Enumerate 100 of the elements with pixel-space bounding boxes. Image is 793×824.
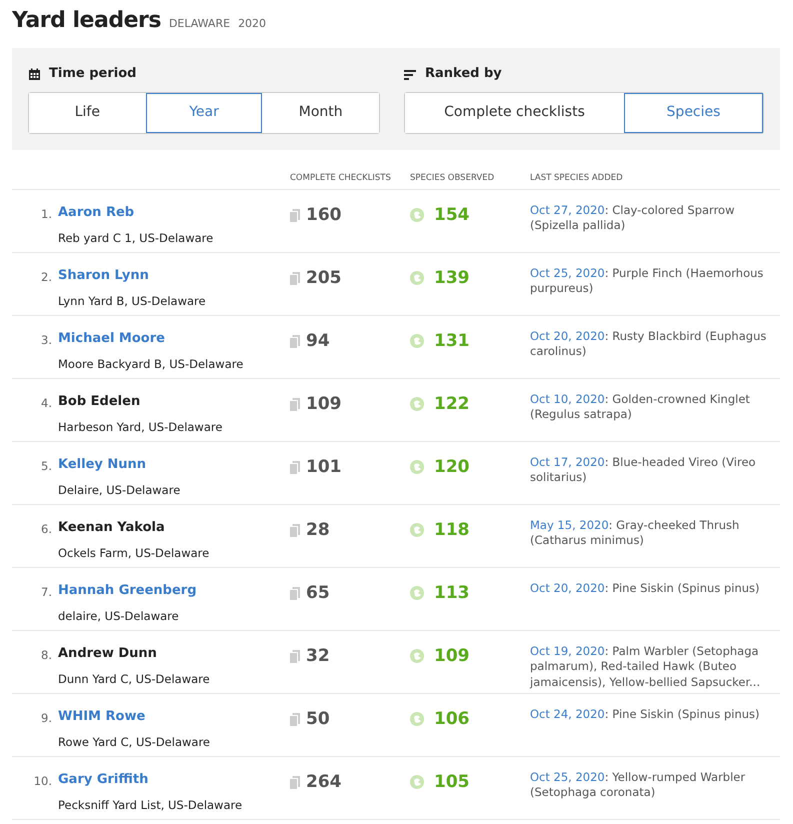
date-link[interactable]: Oct 25, 2020: [530, 266, 605, 280]
last-species-text: May 15, 2020: Gray-cheeked Thrush (Catharus minimus): [530, 518, 740, 549]
checklist-count: 264: [306, 772, 342, 792]
checklist-count: 65: [306, 582, 330, 603]
date-link[interactable]: May 15, 2020: [530, 518, 609, 532]
last-species-text: Oct 10, 2020: Golden-crowned Kinglet (Regulus satrapa): [530, 392, 751, 423]
species-icon: [410, 712, 424, 726]
rank-number: 7.: [40, 584, 53, 601]
date-link[interactable]: Oct 25, 2020: [530, 770, 605, 784]
checklist-icon: [290, 272, 300, 285]
observer-name: Bob Edelen: [58, 394, 140, 409]
rank-number: 9.: [40, 710, 53, 727]
location-text: Lynn Yard B, US-Delaware: [58, 293, 206, 310]
column-header: SPECIES OBSERVED: [410, 172, 494, 183]
checklist-count: 32: [306, 646, 330, 666]
observer-link[interactable]: Sharon Lynn: [58, 268, 149, 283]
rank-number: 4.: [40, 394, 53, 412]
last-species-text: Oct 27, 2020: Clay-colored Sparrow (Spizella pallida): [530, 202, 736, 234]
species-icon: [410, 208, 424, 222]
column-header: LAST SPECIES ADDED: [530, 172, 623, 183]
filter-label: Ranked by: [425, 65, 502, 84]
observer-link[interactable]: Gary Griffith: [58, 772, 148, 787]
checklist-icon: [290, 524, 300, 537]
rank-number: 2.: [40, 268, 53, 286]
last-species-text: Oct 17, 2020: Blue-headed Vireo (Vireo solitarius): [530, 454, 757, 486]
rank-number: 3.: [40, 332, 53, 349]
date-link[interactable]: Oct 24, 2020: [530, 706, 605, 721]
location-text: Rowe Yard C, US-Delaware: [58, 734, 210, 752]
rank-number: 5.: [40, 458, 53, 475]
location-text: Pecksniff Yard List, US-Delaware: [58, 797, 242, 814]
date-link[interactable]: Oct 27, 2020: [530, 202, 605, 217]
checklist-icon: [290, 398, 300, 411]
observer-link[interactable]: WHIM Rowe: [58, 708, 146, 724]
date-link[interactable]: Oct 20, 2020: [530, 580, 605, 595]
date-link[interactable]: Oct 20, 2020: [530, 328, 605, 343]
checklist-count: 94: [306, 330, 330, 351]
location-text: Harbeson Yard, US-Delaware: [58, 419, 222, 436]
observer-link[interactable]: Michael Moore: [58, 330, 165, 346]
last-species-text: Oct 19, 2020: Palm Warbler (Setophaga palmarum), Red-tailed Hawk (Buteo jamaicensis), Yellow-bellied Sapsucker...: [530, 644, 762, 690]
last-species-text: Oct 25, 2020: Purple Finch (Haemorhous purpureus): [530, 266, 764, 297]
species-count: 131: [434, 330, 470, 351]
species-icon: [410, 586, 424, 600]
species-count: 139: [434, 268, 470, 288]
location-text: Moore Backyard B, US-Delaware: [58, 356, 244, 374]
species-icon: [410, 271, 424, 286]
checklist-count: 205: [306, 268, 342, 288]
last-species-text: Oct 24, 2020: Pine Siskin (Spinus pinus): [530, 706, 761, 722]
calendar-icon: [28, 68, 41, 81]
species-icon: [410, 775, 424, 790]
checklist-icon: [290, 586, 300, 600]
checklist-count: 160: [306, 204, 342, 225]
rank-number: 6.: [40, 520, 53, 538]
filter-label: Time period: [49, 65, 136, 84]
species-count: 106: [434, 708, 470, 729]
observer-name: Andrew Dunn: [58, 646, 157, 661]
observer-name: Keenan Yakola: [58, 520, 165, 535]
checklist-icon: [290, 208, 300, 222]
location-text: Ockels Farm, US-Delaware: [58, 545, 210, 562]
last-species-text: Oct 20, 2020: Pine Siskin (Spinus pinus): [530, 580, 761, 596]
observer-link[interactable]: Kelley Nunn: [58, 456, 146, 472]
checklist-icon: [290, 650, 300, 663]
rank-number: 10.: [32, 772, 53, 790]
date-link[interactable]: Oct 17, 2020: [530, 454, 605, 469]
year-label: 2020: [238, 16, 266, 32]
date-link[interactable]: Oct 10, 2020: [530, 392, 605, 406]
location-text: Dunn Yard C, US-Delaware: [58, 671, 210, 688]
checklist-icon: [290, 460, 300, 474]
column-header: COMPLETE CHECKLISTS: [290, 172, 391, 183]
species-count: 105: [434, 772, 470, 792]
date-link[interactable]: Oct 19, 2020: [530, 644, 605, 658]
location-text: Reb yard C 1, US-Delaware: [58, 230, 214, 248]
species-count: 118: [434, 520, 470, 540]
observer-link[interactable]: Hannah Greenberg: [58, 582, 197, 598]
species-count: 113: [434, 582, 470, 603]
location-text: Delaire, US-Delaware: [58, 482, 180, 500]
last-species-text: Oct 25, 2020: Yellow-rumped Warbler (Setophaga coronata): [530, 770, 746, 801]
segment-button[interactable]: Species: [624, 92, 763, 133]
rank-number: 8.: [40, 646, 53, 664]
species-icon: [410, 523, 424, 538]
checklist-icon: [290, 334, 300, 348]
checklist-count: 101: [306, 456, 342, 477]
species-icon: [410, 649, 424, 664]
species-icon: [410, 334, 424, 348]
region-label: DELAWARE: [168, 16, 230, 32]
segment-button[interactable]: Year: [146, 92, 262, 133]
species-icon: [410, 397, 424, 412]
checklist-icon: [290, 776, 300, 789]
checklist-count: 28: [306, 520, 330, 540]
sort-icon: [404, 68, 417, 81]
checklist-count: 50: [306, 708, 330, 729]
page-title: Yard leaders: [12, 8, 161, 34]
species-count: 154: [434, 204, 470, 225]
observer-link[interactable]: Aaron Reb: [58, 204, 134, 220]
last-species-text: Oct 20, 2020: Rusty Blackbird (Euphagus carolinus): [530, 328, 768, 360]
species-count: 109: [434, 646, 470, 666]
species-count: 120: [434, 456, 470, 477]
checklist-count: 109: [306, 394, 342, 414]
rank-number: 1.: [40, 206, 53, 223]
location-text: delaire, US-Delaware: [58, 608, 179, 626]
species-count: 122: [434, 394, 470, 414]
